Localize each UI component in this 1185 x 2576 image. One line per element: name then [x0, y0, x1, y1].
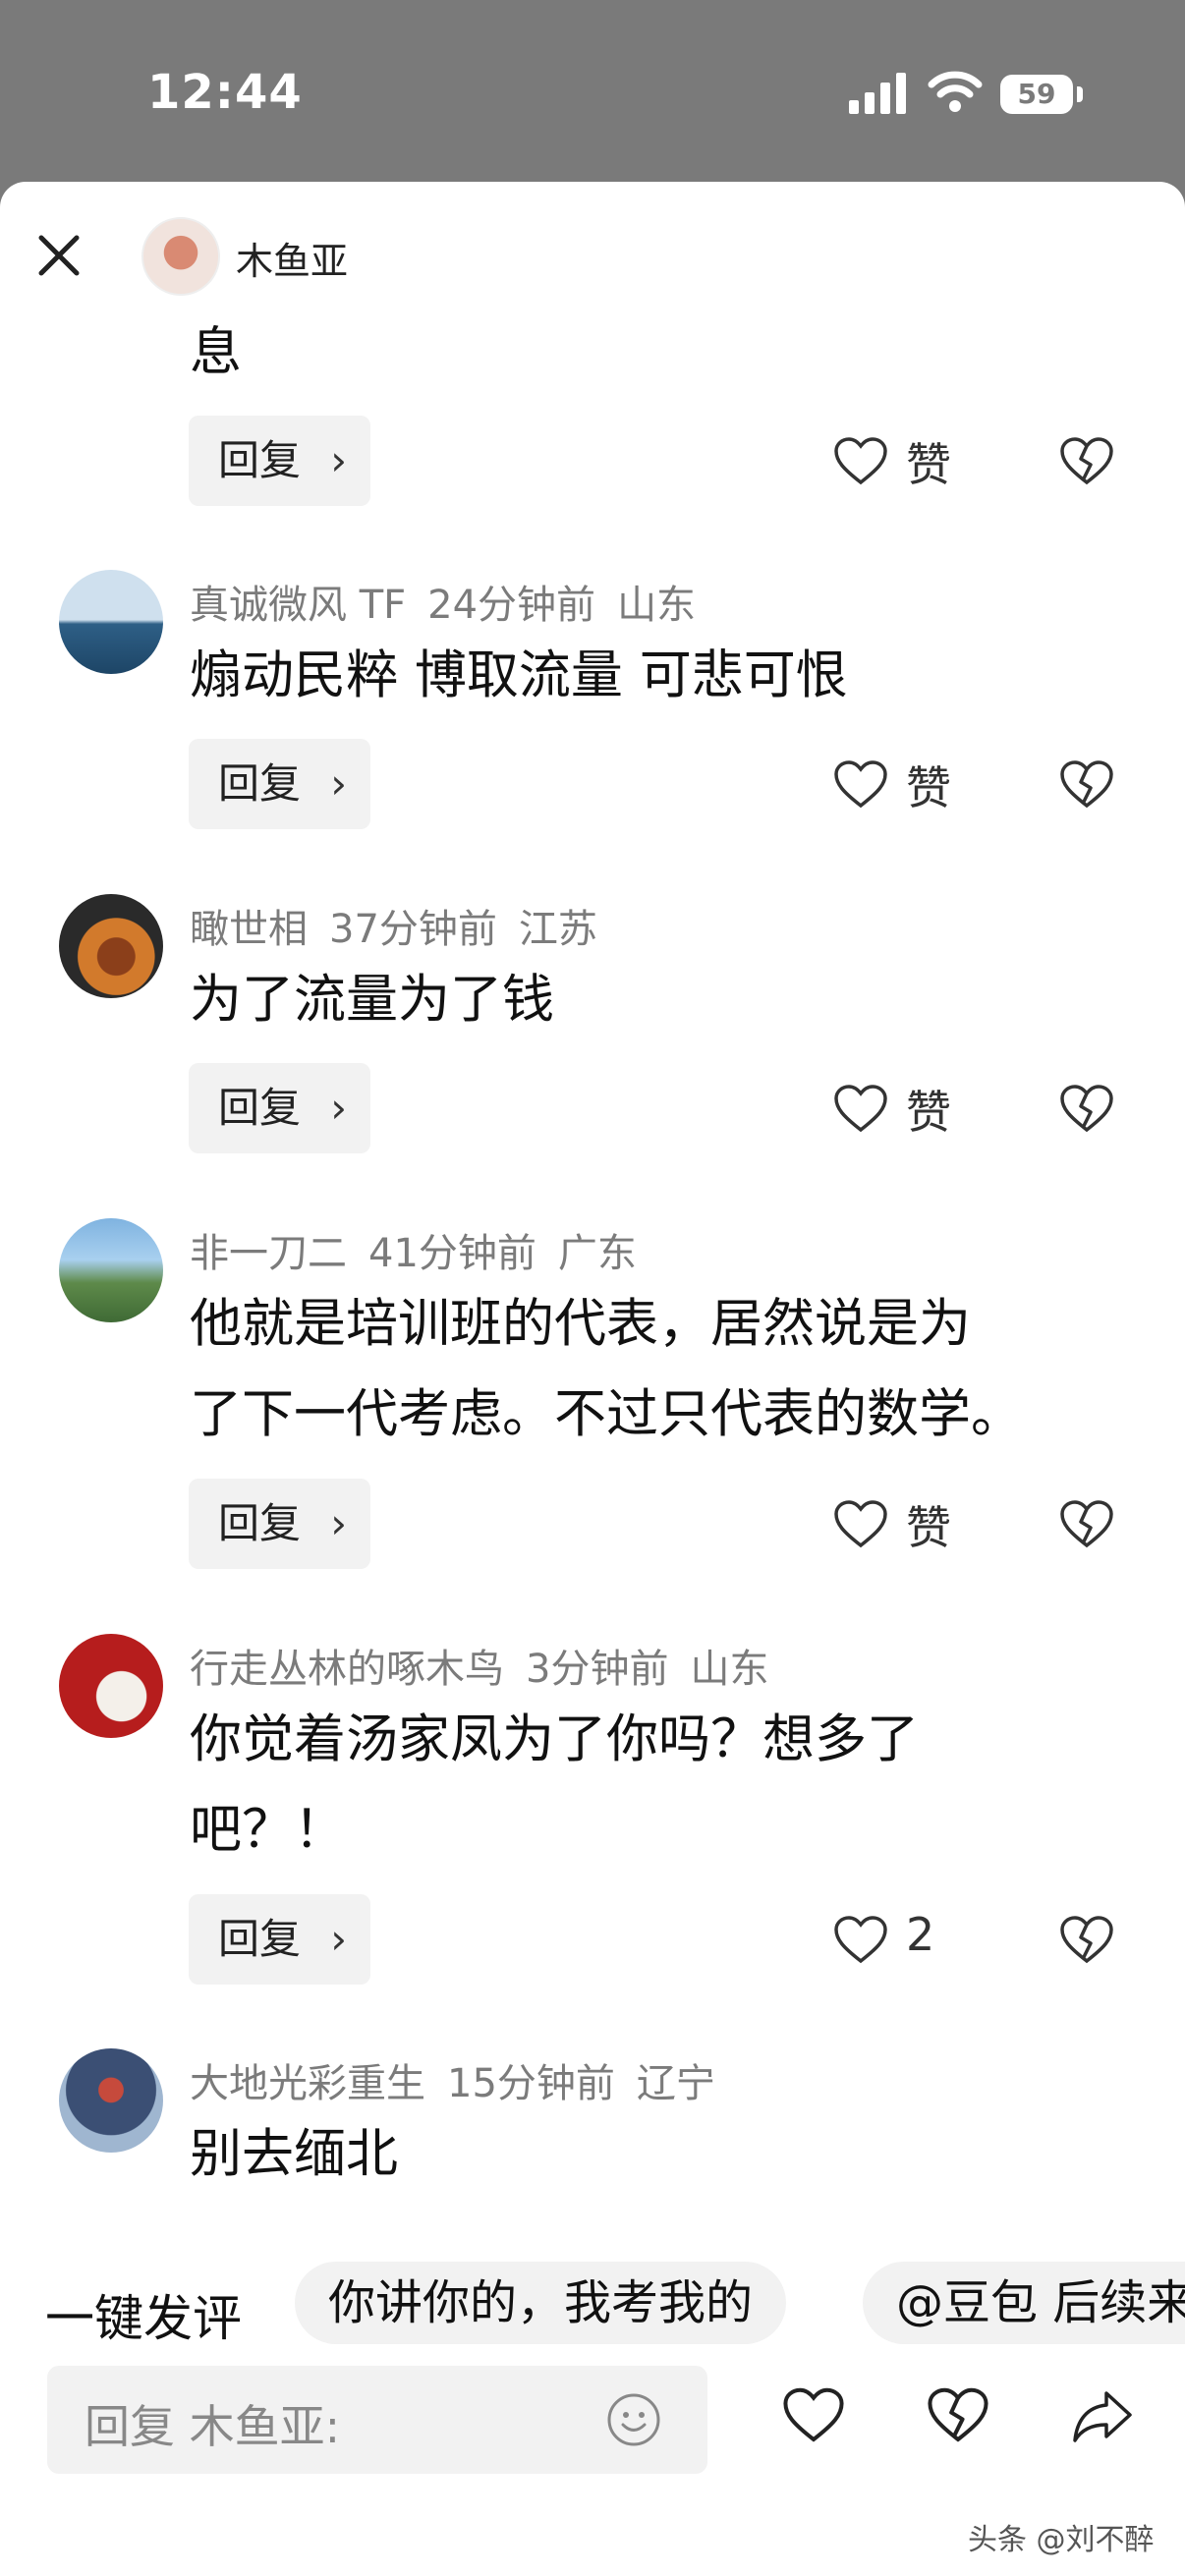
chevron-right-icon: › — [330, 759, 347, 808]
comment-meta: 行走丛林的啄木鸟 3分钟前 山东 — [190, 1637, 790, 1694]
avatar[interactable] — [59, 570, 163, 674]
comment-username[interactable]: 真诚微风 TF — [190, 583, 406, 628]
comment-region: 山东 — [617, 583, 697, 628]
reply-label: 回复 — [218, 1084, 302, 1132]
comment-username[interactable]: 非一刀二 — [190, 1231, 347, 1276]
author-avatar[interactable] — [141, 217, 220, 296]
sheet-header: 木鱼亚 — [0, 182, 1185, 329]
status-bar: 12:44 59 — [0, 0, 1185, 187]
avatar[interactable] — [59, 1634, 163, 1738]
quick-comment-label: 一键发评 — [45, 2290, 242, 2347]
comment-text: 你觉着汤家凤为了你吗？想多了 — [190, 1709, 919, 1769]
comment-time: 15分钟前 — [447, 2061, 615, 2106]
reply-input[interactable]: 回复 木鱼亚: — [47, 2366, 707, 2474]
chevron-right-icon: › — [330, 1499, 347, 1547]
comment-text: 他就是培训班的代表，居然说是为 — [190, 1294, 971, 1354]
heart-icon — [834, 1500, 887, 1548]
heart-icon — [834, 1085, 887, 1133]
like-count: 2 — [906, 1908, 935, 1961]
watermark: 头条 @刘不醉 — [968, 2523, 1155, 2557]
comment-username[interactable]: 行走丛林的啄木鸟 — [190, 1647, 504, 1692]
comment-region: 山东 — [690, 1647, 769, 1692]
reply-label: 回复 — [218, 759, 302, 808]
battery-nub — [1077, 86, 1083, 102]
comment-text: 了下一代考虑。不过只代表的数学。 — [190, 1384, 1023, 1444]
broken-heart-icon[interactable] — [1059, 1500, 1114, 1549]
reply-button[interactable]: 回复 › — [189, 1479, 370, 1569]
dislike-post-icon[interactable] — [927, 2387, 989, 2444]
avatar[interactable] — [59, 1218, 163, 1322]
broken-heart-icon[interactable] — [1059, 1085, 1114, 1134]
reply-button[interactable]: 回复 › — [189, 1063, 370, 1153]
status-time: 12:44 — [147, 65, 303, 120]
like-label: 赞 — [906, 761, 951, 814]
cellular-signal-icon — [849, 73, 906, 114]
comments-sheet: 木鱼亚 息 回复 › 赞 真诚微风 TF 24分钟前 山东 煽动民粹 博取流量 可悲可… — [0, 182, 1185, 2576]
close-icon[interactable] — [29, 226, 88, 285]
chevron-right-icon: › — [330, 1915, 347, 1963]
quick-comment-row: 一键发评 你讲你的，我考我的 @豆包 后续来 — [0, 2260, 1185, 2358]
quick-comment-chip[interactable]: 你讲你的，我考我的 — [295, 2262, 787, 2344]
author-name[interactable]: 木鱼亚 — [236, 231, 348, 285]
share-icon[interactable] — [1071, 2387, 1134, 2444]
comment-text: 别去缅北 — [190, 2124, 398, 2184]
chevron-right-icon: › — [330, 436, 347, 484]
comment-meta: 瞰世相 37分钟前 江苏 — [190, 897, 619, 954]
heart-icon — [834, 760, 887, 809]
reply-button[interactable]: 回复 › — [189, 739, 370, 829]
comment-time: 41分钟前 — [368, 1231, 536, 1276]
like-label: 赞 — [906, 1086, 951, 1139]
comment-meta: 真诚微风 TF 24分钟前 山东 — [190, 573, 717, 630]
comment-text: 为了流量为了钱 — [190, 970, 554, 1030]
comment-region: 江苏 — [518, 907, 597, 952]
reply-button[interactable]: 回复 › — [189, 1894, 370, 1985]
heart-icon — [834, 1916, 887, 1964]
comment-meta: 非一刀二 41分钟前 广东 — [190, 1221, 658, 1278]
comment-time: 24分钟前 — [427, 583, 596, 628]
reply-label: 回复 — [218, 1915, 302, 1963]
broken-heart-icon[interactable] — [1059, 437, 1114, 486]
wifi-icon — [928, 71, 983, 112]
battery-indicator: 59 — [1000, 75, 1073, 114]
like-label: 赞 — [906, 438, 951, 491]
comment-region: 广东 — [557, 1231, 637, 1276]
like-post-icon[interactable] — [782, 2387, 845, 2444]
comment-time: 37分钟前 — [329, 907, 497, 952]
emoji-icon[interactable] — [605, 2391, 662, 2448]
reply-button[interactable]: 回复 › — [189, 416, 370, 506]
chevron-right-icon: › — [330, 1084, 347, 1132]
avatar[interactable] — [59, 894, 163, 998]
comment-meta: 大地光彩重生 15分钟前 辽宁 — [190, 2051, 737, 2108]
comment-text: 息 — [190, 322, 242, 382]
reply-label: 回复 — [218, 1499, 302, 1547]
comment-username[interactable]: 大地光彩重生 — [190, 2061, 425, 2106]
heart-icon — [834, 437, 887, 485]
comment-text: 煽动民粹 博取流量 可悲可恨 — [190, 645, 848, 705]
reply-label: 回复 — [218, 436, 302, 484]
like-label: 赞 — [906, 1501, 951, 1554]
broken-heart-icon[interactable] — [1059, 1916, 1114, 1965]
comment-time: 3分钟前 — [526, 1647, 669, 1692]
comment-region: 辽宁 — [636, 2061, 715, 2106]
avatar[interactable] — [59, 2048, 163, 2153]
broken-heart-icon[interactable] — [1059, 760, 1114, 810]
reply-input-placeholder: 回复 木鱼亚: — [85, 2400, 341, 2453]
comment-username[interactable]: 瞰世相 — [190, 907, 308, 952]
quick-comment-chip[interactable]: @豆包 后续来 — [863, 2262, 1185, 2344]
comment-text: 吧？！ — [190, 1800, 346, 1860]
